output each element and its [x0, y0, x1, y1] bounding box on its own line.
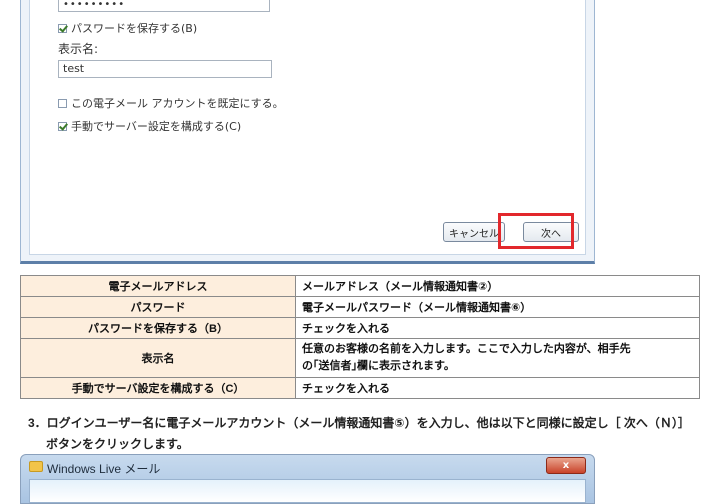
window-body [29, 479, 586, 503]
windows-live-mail-window: Windows Live メール x [20, 454, 595, 504]
save-password-option[interactable]: パスワードを保存する(B) [58, 20, 197, 36]
table-value-line: 任意のお客様の名前を入力します。ここで入力した内容が、相手先 [302, 343, 631, 355]
default-account-option[interactable]: この電子メール アカウントを既定にする。 [58, 95, 284, 111]
default-account-label: この電子メール アカウントを既定にする。 [71, 97, 284, 110]
default-account-checkbox[interactable] [58, 98, 67, 108]
table-key: 手動でサーバ設定を構成する（C） [20, 377, 296, 399]
table-value: 電子メールパスワード（メール情報通知書⑥） [295, 296, 700, 318]
display-name-label: 表示名: [58, 42, 99, 56]
table-row: パスワードを保存する（B） チェックを入れる [20, 317, 700, 339]
mail-app-icon [29, 461, 43, 472]
next-button-highlight [498, 213, 574, 249]
manual-config-checkbox[interactable] [58, 121, 67, 131]
manual-config-option[interactable]: 手動でサーバー設定を構成する(C) [58, 118, 241, 134]
table-value: 任意のお客様の名前を入力します。ここで入力した内容が、相手先 の｢送信者｣欄に表… [295, 338, 700, 378]
table-key: 表示名 [20, 338, 296, 378]
table-row: 表示名 任意のお客様の名前を入力します。ここで入力した内容が、相手先 の｢送信者… [20, 338, 700, 378]
table-key: 電子メールアドレス [20, 275, 296, 297]
step-line: ボタンをクリックします。 [46, 437, 189, 451]
table-row: 手動でサーバ設定を構成する（C） チェックを入れる [20, 377, 700, 399]
manual-config-label: 手動でサーバー設定を構成する(C) [71, 120, 242, 133]
table-key: パスワードを保存する（B） [20, 317, 296, 339]
save-password-checkbox[interactable] [58, 23, 67, 33]
table-value: チェックを入れる [295, 317, 700, 339]
table-value: チェックを入れる [295, 377, 700, 399]
table-key: パスワード [20, 296, 296, 318]
window-title: Windows Live メール [47, 462, 161, 476]
display-name-input[interactable]: test [58, 60, 272, 78]
step-line: 3．ログインユーザー名に電子メールアカウント（メール情報通知書⑤）を入力し、他は… [28, 416, 690, 430]
table-value-line: の｢送信者｣欄に表示されます。 [302, 360, 455, 372]
save-password-label: パスワードを保存する(B) [71, 22, 198, 35]
table-value: メールアドレス（メール情報通知書②） [295, 275, 700, 297]
step-instruction: 3．ログインユーザー名に電子メールアカウント（メール情報通知書⑤）を入力し、他は… [28, 413, 708, 455]
table-row: 電子メールアドレス メールアドレス（メール情報通知書②） [20, 275, 700, 297]
close-button[interactable]: x [546, 457, 586, 474]
table-row: パスワード 電子メールパスワード（メール情報通知書⑥） [20, 296, 700, 318]
password-field[interactable]: ••••••••• [58, 0, 270, 12]
cancel-button[interactable]: キャンセル [443, 222, 505, 242]
settings-table: 電子メールアドレス メールアドレス（メール情報通知書②） パスワード 電子メール… [20, 275, 700, 399]
